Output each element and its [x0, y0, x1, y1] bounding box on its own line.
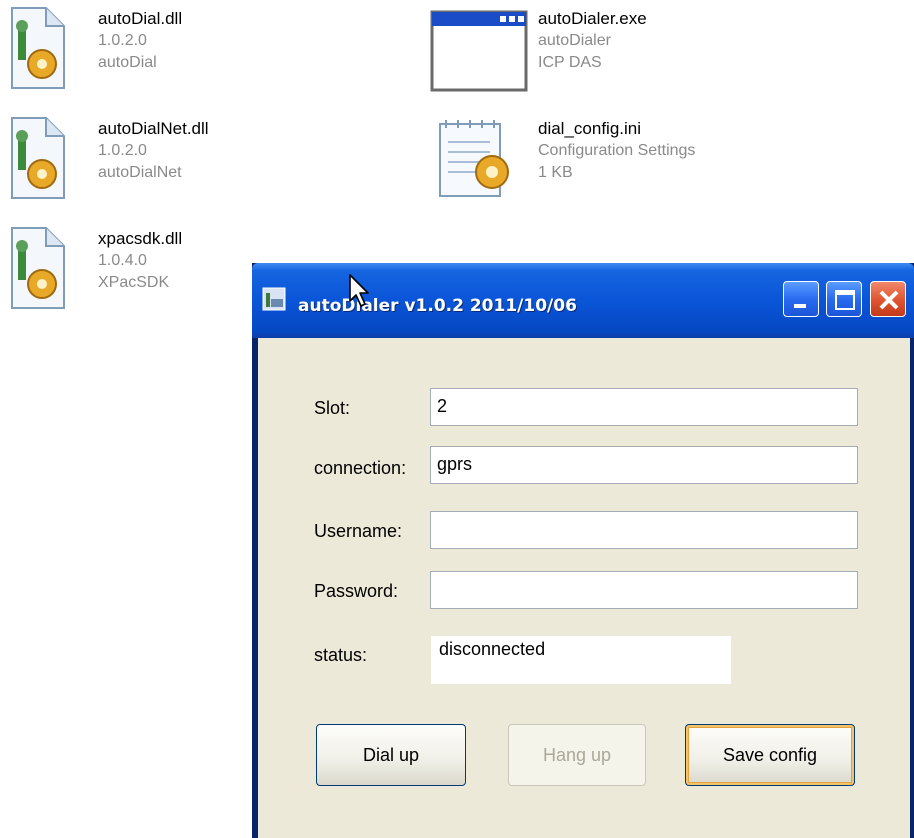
minimize-button[interactable]: [783, 281, 819, 317]
file-name: xpacsdk.dll: [98, 229, 183, 248]
file-version: 1.0.2.0: [98, 142, 147, 159]
password-input[interactable]: [430, 571, 858, 609]
app-icon: [262, 287, 286, 311]
save-config-button[interactable]: Save config: [685, 724, 855, 786]
window-client-area: Slot: 2 connection: gprs Username: Passw…: [258, 338, 910, 838]
status-value: disconnected: [431, 636, 731, 684]
file-version: 1.0.2.0: [98, 32, 147, 49]
dial-up-button[interactable]: Dial up: [316, 724, 466, 786]
slot-label: Slot:: [314, 398, 351, 418]
file-description: autoDialNet: [98, 164, 182, 181]
minimize-icon: [794, 304, 806, 308]
exe-window-icon: [430, 10, 528, 92]
file-description: autoDialer: [538, 32, 611, 49]
file-name: autoDialNet.dll: [98, 119, 209, 138]
password-label: Password:: [314, 581, 399, 601]
slot-input[interactable]: 2: [430, 388, 858, 426]
close-icon: [879, 290, 899, 310]
file-description: autoDial: [98, 54, 157, 71]
status-label: status:: [314, 645, 368, 665]
username-label: Username:: [314, 521, 403, 541]
file-name: autoDialer.exe: [538, 9, 647, 28]
dll-gear-icon: [11, 7, 65, 89]
dll-gear-icon: [11, 227, 65, 309]
window-title: autoDialer v1.0.2 2011/10/06: [298, 296, 577, 316]
mouse-cursor-icon: [349, 274, 369, 307]
username-input[interactable]: [430, 511, 858, 549]
hang-up-button[interactable]: Hang up: [508, 724, 646, 786]
connection-input[interactable]: gprs: [430, 446, 858, 484]
file-company: ICP DAS: [538, 54, 602, 71]
dll-gear-icon: [11, 117, 65, 199]
file-type: Configuration Settings: [538, 142, 696, 159]
autodialer-window: autoDialer v1.0.2 2011/10/06 Slot: 2 con…: [252, 263, 914, 838]
file-name: autoDial.dll: [98, 9, 183, 28]
maximize-icon: [835, 290, 855, 310]
connection-label: connection:: [314, 458, 407, 478]
file-size: 1 KB: [538, 164, 573, 181]
ini-config-icon: [439, 120, 509, 197]
maximize-button[interactable]: [826, 281, 862, 317]
file-name: dial_config.ini: [538, 119, 642, 138]
close-button[interactable]: [870, 281, 906, 317]
